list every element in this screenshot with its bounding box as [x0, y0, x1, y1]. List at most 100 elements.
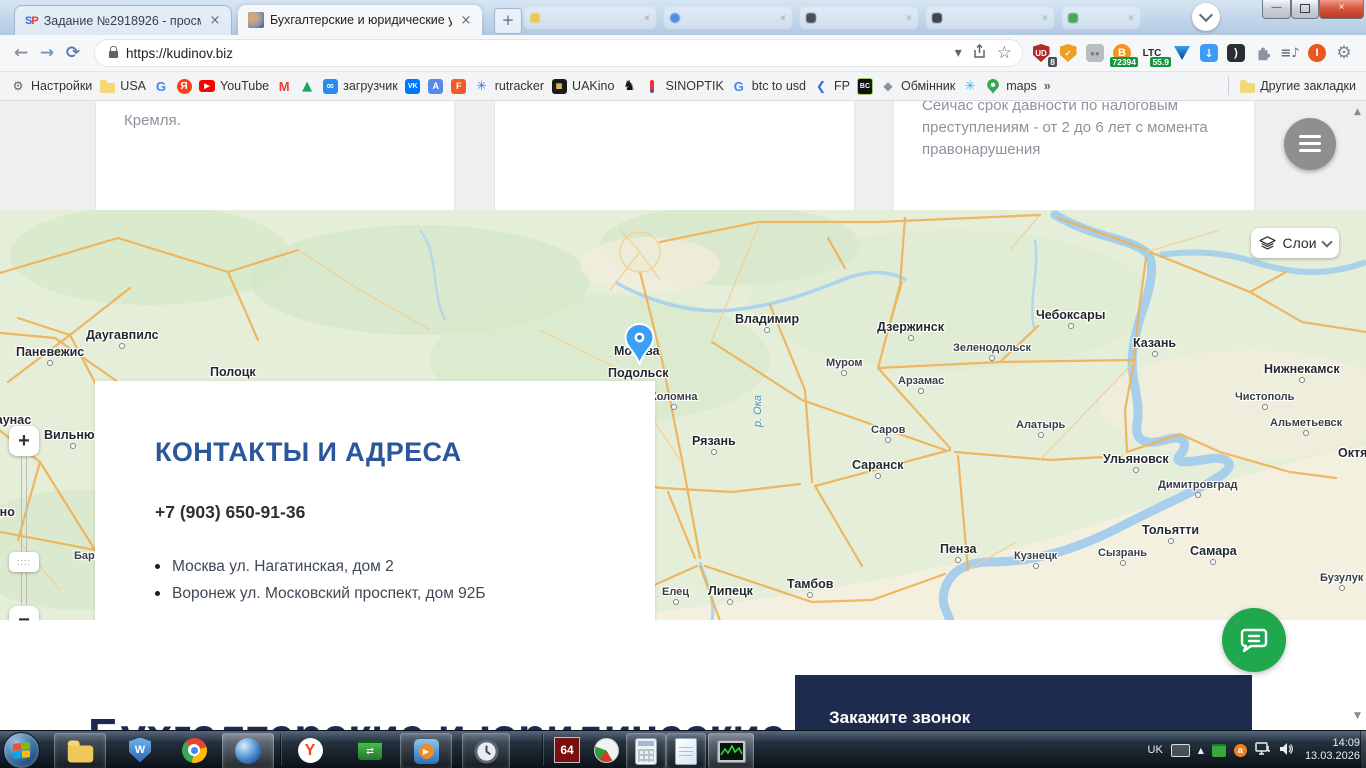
scroll-down-arrow[interactable]: ▼	[1354, 711, 1361, 721]
map-city-label: Паневежис	[16, 345, 85, 366]
map-city-label: Алатырь	[1016, 419, 1066, 438]
bookmark-translate[interactable]: A	[428, 78, 444, 94]
back-button[interactable]: ←	[8, 43, 34, 63]
ext-ud-shield-icon[interactable]: UD 8	[1031, 43, 1057, 67]
bookmark-drive[interactable]: ▲	[299, 78, 315, 94]
taskbar-chrome[interactable]	[174, 733, 214, 767]
start-button[interactable]	[3, 732, 40, 768]
tab2-close-icon[interactable]: ×	[458, 13, 474, 28]
bookmark-bc[interactable]: BC	[856, 77, 873, 95]
layers-icon	[1259, 235, 1277, 249]
taskbar-clock[interactable]: 14:09 13.03.2026	[1305, 737, 1360, 763]
bookmark-btc-usd[interactable]: Gbtc to usd	[731, 78, 806, 94]
ext-gear-globe-icon[interactable]: ⚙	[1334, 43, 1354, 63]
taskbar-aida64[interactable]: 64	[548, 733, 586, 767]
bookmark-kyivstar[interactable]: ✳	[962, 78, 978, 94]
ruler-button[interactable]: ::::	[9, 552, 39, 572]
bookmark-rutracker[interactable]: ✳ rutracker	[474, 78, 544, 94]
map-city-label: Тамбов	[787, 577, 834, 598]
taskbar-media-player[interactable]: ▶	[400, 733, 452, 768]
bookmark-sinoptik[interactable]: SINOPTIK	[644, 78, 724, 94]
taskbar-explorer[interactable]	[54, 733, 106, 768]
taskbar-notepad[interactable]	[666, 733, 706, 768]
ext-v-gem-icon[interactable]	[1172, 43, 1192, 63]
bookmark-maps[interactable]: maps	[985, 78, 1037, 94]
yandex-map[interactable]: Владимир Дзержинск Чебоксары Зеленодольс…	[0, 210, 1366, 621]
share-icon[interactable]	[972, 43, 987, 62]
tab-2-active[interactable]: Бухгалтерские и юридические ус ×	[238, 5, 482, 35]
bookmark-exchange[interactable]: ◆ Обмінник	[880, 78, 955, 94]
tab1-close-icon[interactable]: ×	[207, 13, 223, 28]
page-menu-button[interactable]	[1284, 118, 1336, 170]
forward-button[interactable]: →	[34, 43, 60, 63]
taskbar-yandex-browser[interactable]: Y	[290, 733, 330, 767]
bookmark-uakino[interactable]: ▦ UAKino	[551, 78, 614, 94]
bookmark-gmail[interactable]: M	[276, 78, 292, 94]
zoom-slider[interactable]	[21, 457, 27, 605]
new-tab-button[interactable]: +	[494, 8, 522, 34]
bookmarks-bar: ⚙ Настройки USA G Я ▶ YouTube M ▲ ∞ загрузч…	[0, 72, 1366, 101]
bookmark-star-icon[interactable]: ☆	[997, 43, 1012, 63]
hidden-icons-arrow[interactable]: ▲	[1198, 746, 1204, 755]
reload-button[interactable]: ⟳	[60, 43, 86, 63]
tab-search-button[interactable]	[1192, 3, 1220, 31]
close-button[interactable]: ×	[1319, 0, 1364, 19]
zoom-in-button[interactable]: +	[9, 426, 39, 456]
map-city-label: Каунас	[0, 413, 32, 427]
dropdown-caret-icon[interactable]: ▾	[955, 45, 962, 61]
ext-ltc-icon[interactable]: LTC 55.9	[1139, 43, 1171, 67]
bookmark-yandex[interactable]: Я	[176, 78, 192, 94]
network-icon[interactable]	[1255, 741, 1271, 759]
orange-tray-icon[interactable]: a	[1233, 743, 1247, 757]
bookmark-vk[interactable]: VK	[405, 78, 421, 94]
maximize-button[interactable]	[1291, 0, 1319, 19]
keyboard-icon[interactable]	[1170, 743, 1190, 757]
bookmark-folder-usa[interactable]: USA	[99, 78, 146, 94]
chat-button[interactable]	[1222, 608, 1286, 672]
scroll-up-arrow[interactable]: ▲	[1354, 107, 1361, 117]
ext-adguard-icon[interactable]: ✓	[1058, 43, 1078, 63]
map-city-label: Зеленодольск	[953, 342, 1031, 361]
bookmarks-overflow[interactable]: »	[1044, 79, 1051, 93]
lock-icon	[109, 46, 118, 58]
ext-bitcoin-icon[interactable]: B 72394	[1110, 43, 1138, 67]
taskbar-shield-app[interactable]: W	[120, 733, 160, 767]
shield-icon: W	[129, 737, 151, 763]
taskbar-gauge-tool[interactable]	[588, 733, 624, 767]
taskbar-system-monitor[interactable]	[708, 733, 754, 768]
bookmark-loader[interactable]: ∞ загрузчик	[322, 78, 398, 94]
tab-1[interactable]: SP Задание №2918926 - просмотр з ×	[14, 5, 232, 35]
ext-playlist-icon[interactable]: ≡♪	[1280, 43, 1300, 63]
bookmark-f-site[interactable]: F	[451, 78, 467, 94]
language-indicator[interactable]: UK	[1148, 744, 1163, 756]
show-desktop-button[interactable]	[1360, 731, 1366, 768]
ext-clipboard-icon[interactable]: ●●	[1085, 43, 1105, 63]
moscow-placemark-icon[interactable]	[624, 322, 655, 371]
layers-button[interactable]: Слои	[1251, 228, 1339, 258]
bookmark-fp[interactable]: ❮ FP	[813, 78, 850, 94]
taskbar-memory-tool[interactable]: ⇄	[350, 733, 390, 767]
bc-icon: BC	[856, 77, 873, 95]
taskbar-calculator[interactable]	[626, 733, 666, 768]
callback-title: Закажите звонок	[829, 708, 971, 727]
speaker-icon[interactable]	[1279, 742, 1293, 759]
ext-downloader-icon[interactable]: ↓	[1199, 43, 1219, 63]
contact-phone: +7 (903) 650-91-36	[155, 502, 306, 522]
bookmark-google[interactable]: G	[153, 78, 169, 94]
minimize-button[interactable]: —	[1262, 0, 1291, 19]
chrome-icon	[181, 737, 207, 763]
taskbar-globe-browser[interactable]	[222, 733, 274, 768]
taskbar-clock-app[interactable]	[462, 733, 510, 768]
map-city-label: Октябрьский	[1338, 446, 1366, 460]
bookmark-youtube[interactable]: ▶ YouTube	[199, 78, 269, 94]
bookmark-settings[interactable]: ⚙ Настройки	[10, 78, 93, 94]
other-bookmarks[interactable]: Другие закладки	[1239, 78, 1356, 94]
zoom-out-button[interactable]: −	[9, 606, 39, 621]
ext-info-icon[interactable]: I	[1307, 43, 1327, 63]
ext-puzzle-icon[interactable]	[1253, 43, 1273, 63]
bookmark-chess[interactable]: ♞	[621, 78, 637, 94]
green-tray-icon[interactable]	[1211, 743, 1226, 757]
address-bar[interactable]: https://kudinov.biz ▾ ☆	[94, 39, 1023, 67]
ext-dark-moon-icon[interactable]: )	[1226, 43, 1246, 63]
contact-card: КОНТАКТЫ И АДРЕСА +7 (903) 650-91-36 Мос…	[95, 381, 655, 621]
